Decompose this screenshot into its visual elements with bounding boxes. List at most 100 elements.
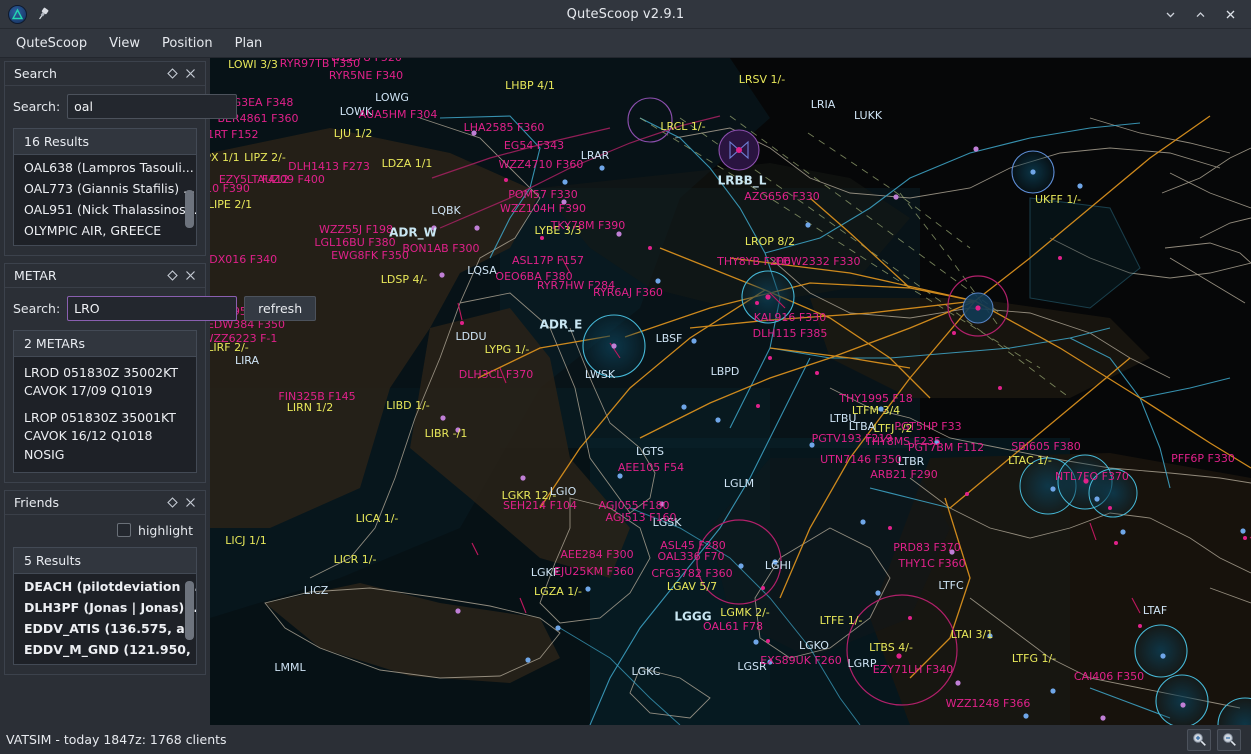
search-results-listbox[interactable]: 16 Results OAL638 (Lampros Tasouli... OAL…: [13, 128, 197, 246]
metar-results-listbox[interactable]: 2 METARs LROD 051830Z 35002KT CAVOK 17/09…: [13, 330, 197, 473]
map-airport-label[interactable]: LTFG 1/-: [1012, 652, 1056, 665]
map-airport-label[interactable]: LIBR -/1: [425, 427, 468, 440]
map-airport-label[interactable]: LICJ 1/1: [225, 534, 267, 547]
map-airport-label[interactable]: LYPG 1/-: [485, 343, 530, 356]
map-airport-label[interactable]: LTFC: [938, 579, 964, 592]
menu-view[interactable]: View: [98, 32, 151, 55]
close-button[interactable]: [1215, 0, 1245, 28]
list-item[interactable]: EDDV_ATIS (136.575, arl...: [14, 618, 196, 639]
map-flight-label[interactable]: EDW2332 F330: [775, 255, 860, 268]
map-airport-label[interactable]: LTFM 3/4: [852, 404, 900, 417]
map-flight-label[interactable]: THY1C F360: [897, 557, 965, 570]
map-sector-label[interactable]: ADR_W: [389, 226, 437, 241]
metar-item[interactable]: LROP 051830Z 35001KT CAVOK 16/12 Q1018 NO…: [14, 404, 196, 467]
map-flight-label[interactable]: AGJ513 F160: [606, 511, 677, 524]
map-flight-label[interactable]: NTL7FO F370: [1055, 470, 1129, 483]
map-flight-label[interactable]: LHA2585 F360: [464, 121, 545, 134]
map-flight-label[interactable]: AEE284 F300: [560, 548, 633, 561]
map-airport-label[interactable]: UKFF 1/-: [1035, 193, 1081, 206]
map-airport-label[interactable]: LRSV 1/-: [739, 73, 785, 86]
map-airport-label[interactable]: LTAC 1/-: [1008, 454, 1052, 467]
map-airport-label[interactable]: LTFE 1/-: [820, 614, 863, 627]
metar-input[interactable]: [67, 296, 238, 321]
map-airport-label[interactable]: LROP 8/2: [745, 235, 795, 248]
map-flight-label[interactable]: DLH115 F385: [753, 327, 828, 340]
map-flight-label[interactable]: OAL336 F70: [658, 550, 725, 563]
map-airport-label[interactable]: LIRA: [235, 354, 260, 367]
map-airport-label[interactable]: LRCL 1/-: [660, 120, 705, 133]
map-sector-label[interactable]: LRBB_L: [718, 174, 767, 189]
map-flight-label[interactable]: AUZ09 F400: [257, 173, 325, 186]
map-flight-label[interactable]: ASL17P F157: [512, 254, 584, 267]
map-flight-label[interactable]: POM57 F330: [508, 188, 578, 201]
map-flight-label[interactable]: EZY71LH F340: [873, 663, 953, 676]
map-airport-label[interactable]: LDDU: [455, 330, 486, 343]
map-airport-label[interactable]: LOWG: [375, 91, 409, 104]
map-flight-label[interactable]: DLH3CL F370: [459, 368, 534, 381]
map-airport-label[interactable]: LTAI 3/1: [951, 628, 993, 641]
metar-refresh-button[interactable]: refresh: [244, 296, 317, 321]
list-item[interactable]: OLYMPIC AIR, GREECE: [14, 220, 196, 241]
map-airport-label[interactable]: LBSF: [656, 332, 683, 345]
map-airport-label[interactable]: LDSP 4/-: [381, 273, 427, 286]
list-item[interactable]: OAL773 (Giannis Stafilis) ...: [14, 178, 196, 199]
map-airport-label[interactable]: LICA 1/-: [356, 512, 399, 525]
map-flight-label[interactable]: ARB21 F290: [870, 468, 938, 481]
search-input[interactable]: [67, 94, 238, 119]
map-airport-label[interactable]: LTBS 4/-: [869, 641, 913, 654]
maximize-button[interactable]: [1185, 0, 1215, 28]
map-flight-label[interactable]: PGT7BM F112: [908, 441, 984, 454]
map-airport-label[interactable]: LMML: [274, 661, 306, 674]
highlight-row[interactable]: highlight: [13, 523, 197, 538]
map-flight-label[interactable]: DLH1413 F273: [288, 160, 370, 173]
search-results-list[interactable]: OAL638 (Lampros Tasouli... OAL773 (Gianni…: [14, 155, 196, 245]
minimize-button[interactable]: [1155, 0, 1185, 28]
menu-plan[interactable]: Plan: [224, 32, 274, 55]
map-flight-label[interactable]: OAL61 F78: [703, 620, 763, 633]
friends-results-listbox[interactable]: 5 Results DEACH (pilotdeviation ... DLH3P…: [13, 546, 197, 665]
scroll-thumb[interactable]: [185, 580, 194, 640]
search-results-scrollbar[interactable]: [185, 159, 194, 241]
map-airport-label[interactable]: LHBP 4/1: [505, 79, 555, 92]
close-icon[interactable]: [181, 267, 199, 285]
map-airport-label[interactable]: LICR 1/-: [334, 553, 377, 566]
map-airport-label[interactable]: LQBK: [431, 204, 461, 217]
map-flight-label[interactable]: WZZ104H F390: [500, 202, 586, 215]
map-flight-label[interactable]: CAI406 F350: [1074, 670, 1144, 683]
map-airport-label[interactable]: LGLM: [724, 477, 754, 490]
map-airport-label[interactable]: LRIA: [811, 98, 836, 111]
map-flight-label[interactable]: THY1995 F18: [838, 392, 913, 405]
float-icon[interactable]: [163, 65, 181, 83]
map-flight-label[interactable]: WZZ1248 F366: [946, 697, 1031, 710]
map-view[interactable]: LOWI 3/3 LOWG LOWK LJU 1/2 LDZA 1/1 LIPZ 2/- L…: [210, 58, 1251, 725]
map-flight-label[interactable]: SEH214 F104: [503, 499, 577, 512]
friends-results-list[interactable]: DEACH (pilotdeviation ... DLH3PF (Jonas |…: [14, 574, 196, 664]
map-flight-label[interactable]: SBI605 F380: [1011, 440, 1081, 453]
zoom-out-icon[interactable]: [1217, 728, 1241, 751]
map-flight-label[interactable]: RYR5NE F340: [329, 69, 403, 82]
map-airport-label[interactable]: LWSK: [585, 368, 616, 381]
map-flight-label[interactable]: PGT5HP F33: [894, 420, 961, 433]
map-flight-label[interactable]: EWG8FK F350: [331, 249, 409, 262]
map-airport-label[interactable]: LDZA 1/1: [382, 157, 433, 170]
map-airport-label[interactable]: LGAV 5/7: [667, 580, 717, 593]
map-airport-label[interactable]: LGHI: [765, 559, 791, 572]
map-airport-label[interactable]: LGKO: [799, 639, 829, 652]
map-sector-label[interactable]: LGGG: [674, 610, 711, 624]
map-airport-label[interactable]: LTAF: [1143, 604, 1167, 617]
map-flight-label[interactable]: UTN7146 F350: [820, 453, 902, 466]
highlight-checkbox[interactable]: [117, 523, 132, 538]
menu-qutescoop[interactable]: QuteScoop: [5, 32, 98, 55]
map-airport-label[interactable]: LJU 1/2: [334, 127, 373, 140]
map-flight-label[interactable]: KAL916 F330: [754, 311, 827, 324]
close-icon[interactable]: [181, 493, 199, 511]
map-airport-label[interactable]: LUKK: [854, 109, 883, 122]
map-flight-label[interactable]: PFF6P F330: [1171, 452, 1235, 465]
float-icon[interactable]: [163, 493, 181, 511]
list-item[interactable]: EDDV_M_GND (121.950, ...: [14, 639, 196, 660]
map-flight-label[interactable]: AUA5HM F304: [359, 108, 438, 121]
map-flight-label[interactable]: EG54 F343: [504, 139, 564, 152]
map-airport-label[interactable]: LBPD: [711, 365, 740, 378]
float-icon[interactable]: [163, 267, 181, 285]
map-flight-label[interactable]: CFG3782 F360: [651, 567, 732, 580]
